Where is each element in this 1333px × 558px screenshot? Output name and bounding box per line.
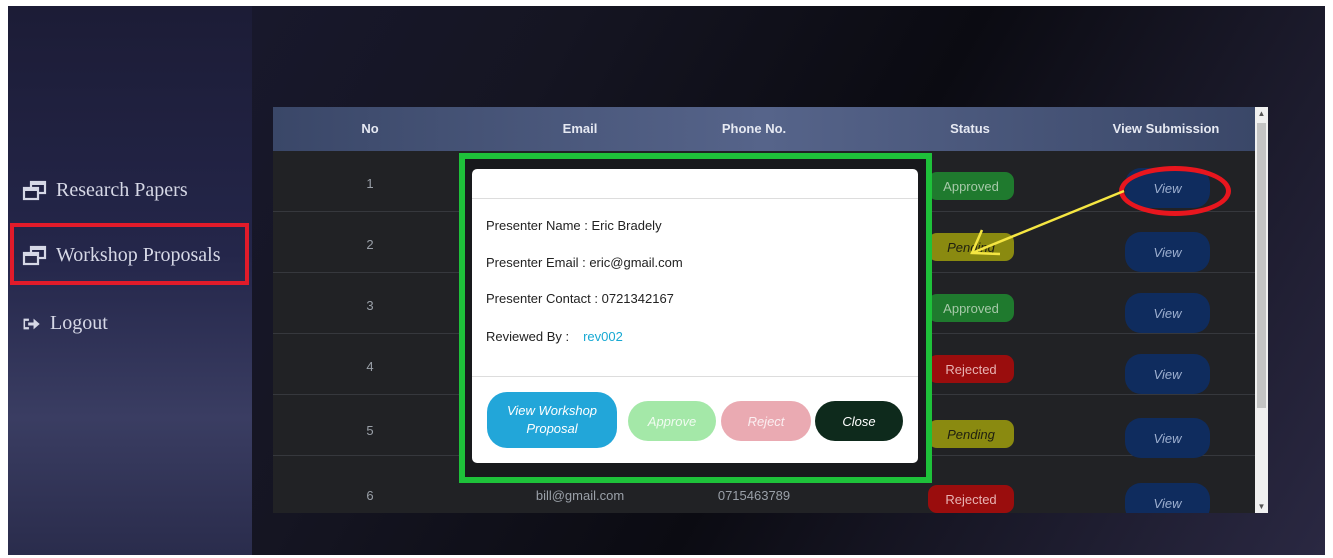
column-header-phone: Phone No. xyxy=(721,121,787,136)
reviewed-by: Reviewed By : rev002 xyxy=(486,329,623,344)
column-header-view-submission: View Submission xyxy=(1112,121,1220,136)
close-button[interactable]: Close xyxy=(815,401,903,441)
row-phone: 0715463789 xyxy=(717,488,791,503)
view-button[interactable]: View xyxy=(1125,418,1210,458)
status-badge: Approved xyxy=(928,294,1014,322)
view-button[interactable]: View xyxy=(1125,293,1210,333)
row-email: bill@gmail.com xyxy=(535,488,625,503)
column-header-email: Email xyxy=(562,121,598,136)
status-badge: Approved xyxy=(928,172,1014,200)
status-badge: Rejected xyxy=(928,355,1014,383)
modal-footer-divider xyxy=(472,376,918,377)
view-button-red-circle xyxy=(1119,166,1231,216)
status-badge: Pending xyxy=(928,233,1014,261)
proposal-modal: Presenter Name : Eric Bradely Presenter … xyxy=(472,169,918,463)
presenter-name: Presenter Name : Eric Bradely xyxy=(486,218,662,233)
sidebar-item-research-papers[interactable]: Research Papers xyxy=(22,179,188,202)
row-number: 3 xyxy=(366,298,374,313)
approve-button[interactable]: Approve xyxy=(628,401,716,441)
scroll-down-icon[interactable]: ▼ xyxy=(1255,500,1268,513)
row-number: 1 xyxy=(366,176,374,191)
sidebar-item-label: Logout xyxy=(50,312,108,334)
column-header-no: No xyxy=(361,121,379,136)
row-number: 6 xyxy=(366,488,374,503)
row-number: 2 xyxy=(366,237,374,252)
windows-icon xyxy=(22,180,47,200)
row-number: 4 xyxy=(366,359,374,374)
presenter-email: Presenter Email : eric@gmail.com xyxy=(486,255,683,270)
logout-icon xyxy=(23,318,40,329)
view-button[interactable]: View xyxy=(1125,483,1210,513)
table-header: No Email Phone No. Status View Submissio… xyxy=(273,107,1255,151)
presenter-contact: Presenter Contact : 0721342167 xyxy=(486,291,674,306)
column-header-status: Status xyxy=(950,121,990,136)
sidebar-item-label: Research Papers xyxy=(56,179,188,201)
view-workshop-proposal-button[interactable]: View Workshop Proposal xyxy=(487,392,617,448)
row-number: 5 xyxy=(366,423,374,438)
modal-header-divider xyxy=(472,198,918,199)
table-scrollbar[interactable]: ▲ ▼ xyxy=(1255,107,1268,513)
scroll-up-icon[interactable]: ▲ xyxy=(1255,107,1268,120)
scroll-thumb[interactable] xyxy=(1257,123,1266,408)
status-badge: Rejected xyxy=(928,485,1014,513)
sidebar-item-logout[interactable]: Logout xyxy=(22,312,108,335)
status-badge: Pending xyxy=(928,420,1014,448)
workshop-proposals-highlight xyxy=(10,223,249,285)
reviewer-link[interactable]: rev002 xyxy=(583,329,623,344)
view-button[interactable]: View xyxy=(1125,232,1210,272)
view-button[interactable]: View xyxy=(1125,354,1210,394)
reject-button[interactable]: Reject xyxy=(721,401,811,441)
reviewed-by-label: Reviewed By : xyxy=(486,329,570,344)
